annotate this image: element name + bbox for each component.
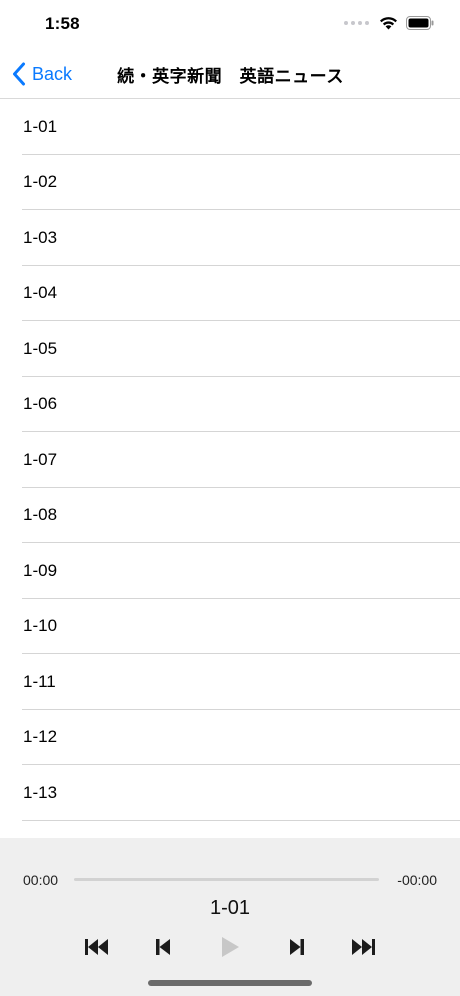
playback-controls [0,934,460,960]
track-row[interactable]: 1-02 [0,155,460,211]
track-label: 1-07 [23,449,58,469]
track-label: 1-11 [23,671,56,691]
navigation-bar: Back 続・英字新聞 英語ニュース [0,50,460,99]
track-label: 1-02 [23,172,58,192]
home-indicator[interactable] [148,980,312,986]
now-playing-title: 1-01 [209,897,251,919]
skip-to-end-button[interactable] [348,934,378,960]
track-row[interactable]: 1-03 [0,210,460,266]
track-label: 1-13 [23,782,58,802]
screen: 1:58 Back 続・英字新聞 英語ニュース 1-01 1-02 1-03 1… [0,0,460,996]
track-label: 1-03 [23,227,58,247]
status-time: 1:58 [45,14,80,33]
previous-track-icon [156,939,170,955]
track-row[interactable]: 1-01 [0,99,460,155]
play-button[interactable] [215,934,245,960]
status-bar: 1:58 [0,0,460,50]
previous-track-button[interactable] [148,934,178,960]
track-label: 1-05 [23,338,58,358]
audio-player: 00:00 -00:00 1-01 [0,838,460,996]
track-row[interactable]: 1-13 [0,765,460,821]
track-row[interactable]: 1-05 [0,321,460,377]
elapsed-time: 00:00 [23,872,59,888]
track-list: 1-01 1-02 1-03 1-04 1-05 1-06 1-07 1-08 1-09 1-10… [0,99,460,837]
track-label: 1-12 [23,727,58,747]
track-row[interactable]: 1-10 [0,599,460,655]
track-label: 1-08 [23,505,58,525]
battery-icon [406,16,434,30]
track-label: 1-01 [23,116,58,136]
track-row[interactable]: 1-08 [0,488,460,544]
remaining-time: -00:00 [397,872,437,888]
track-label: 1-09 [23,560,58,580]
track-label: 1-06 [23,394,58,414]
status-indicators [344,16,434,30]
track-row[interactable]: 1-12 [0,710,460,766]
progress-slider[interactable] [74,878,379,881]
skip-to-start-button[interactable] [82,934,112,960]
track-row[interactable]: 1-11 [0,654,460,710]
skip-to-start-icon [85,939,108,955]
skip-to-end-icon [352,939,375,955]
play-icon [222,937,239,957]
cellular-signal-icon [344,21,369,25]
track-row[interactable]: 1-07 [0,432,460,488]
wifi-icon [379,16,398,30]
track-row[interactable]: 1-09 [0,543,460,599]
track-label: 1-10 [23,616,58,636]
track-row[interactable]: 1-04 [0,266,460,322]
track-row[interactable]: 1-06 [0,377,460,433]
page-title: 続・英字新聞 英語ニュース [117,67,344,87]
next-track-button[interactable] [282,934,312,960]
next-track-icon [290,939,304,955]
track-label: 1-04 [23,283,58,303]
